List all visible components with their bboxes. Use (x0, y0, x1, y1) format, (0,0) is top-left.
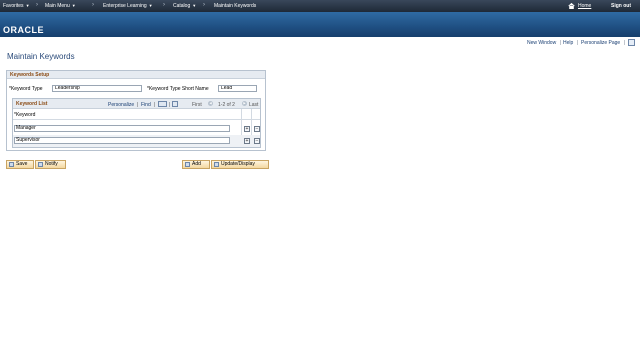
keyword-list-title: Keyword List (16, 101, 48, 107)
new-window-link[interactable]: New Window (527, 40, 556, 46)
oracle-logo: ORACLE (3, 25, 44, 35)
top-navigation-bar: Favorites ▼ › Main Menu ▼ › Enterprise Lea… (0, 0, 640, 12)
grid-separator: | (154, 102, 156, 108)
add-button-label: Add (192, 161, 201, 167)
save-icon (9, 162, 14, 167)
home-link[interactable]: Home (578, 3, 591, 9)
table-row: Manager + − (13, 123, 260, 135)
grid-separator: | (137, 102, 139, 108)
keyword-type-field[interactable]: Leadership (52, 85, 142, 92)
save-button-label: Save (16, 161, 28, 167)
save-button[interactable]: Save (6, 160, 34, 169)
keyword-column-label: *Keyword (14, 112, 36, 118)
utility-separator: | (577, 40, 579, 46)
add-row-icon[interactable]: + (244, 126, 250, 132)
utility-separator: | (624, 40, 626, 46)
page-options-icon[interactable] (628, 39, 635, 46)
update-display-button-label: Update/Display (221, 161, 255, 167)
keywords-setup-title: Keywords Setup (10, 72, 50, 78)
chevron-down-icon: ▼ (71, 3, 76, 8)
keyword-input[interactable]: Manager (14, 125, 230, 132)
utility-separator: | (560, 40, 562, 46)
main-menu[interactable]: Main Menu ▼ (45, 3, 76, 9)
breadcrumb-maintain-keywords[interactable]: Maintain Keywords (214, 3, 256, 9)
notify-button-label: Notify (45, 161, 58, 167)
breadcrumb-separator-icon: › (163, 2, 165, 8)
help-link[interactable]: Help (563, 40, 573, 46)
breadcrumb-enterprise-learning[interactable]: Enterprise Learning ▼ (103, 3, 153, 9)
keywords-setup-header: Keywords Setup (7, 71, 265, 79)
download-icon[interactable] (172, 101, 178, 107)
notify-button[interactable]: Notify (35, 160, 66, 169)
keyword-column-header: *Keyword (13, 109, 260, 120)
keyword-type-label: *Keyword Type (9, 86, 43, 92)
header-banner: ORACLE (0, 12, 640, 37)
keyword-list-header: Keyword List Personalize | Find | | Firs… (13, 99, 260, 109)
page-title: Maintain Keywords (7, 52, 75, 61)
delete-row-icon[interactable]: − (254, 138, 260, 144)
add-button[interactable]: Add (182, 160, 210, 169)
pagination-range: 1-2 of 2 (218, 102, 235, 108)
breadcrumb-separator-icon: › (203, 2, 205, 8)
grid-separator: | (169, 102, 171, 108)
notify-icon (38, 162, 43, 167)
delete-row-icon[interactable]: − (254, 126, 260, 132)
first-label[interactable]: First (192, 102, 202, 108)
short-name-label: *Keyword Type Short Name (147, 86, 209, 92)
add-row-icon[interactable]: + (244, 138, 250, 144)
chevron-down-icon: ▼ (148, 3, 153, 8)
find-link[interactable]: Find (141, 102, 151, 108)
previous-arrow-icon[interactable]: ◀ (208, 101, 213, 106)
personalize-page-link[interactable]: Personalize Page (581, 40, 620, 46)
sign-out-link[interactable]: Sign out (611, 3, 631, 9)
add-icon (185, 162, 190, 167)
keyword-input[interactable]: Supervisor (14, 137, 230, 144)
favorites-menu[interactable]: Favorites ▼ (3, 3, 30, 9)
chevron-down-icon: ▼ (25, 3, 30, 8)
view-all-icon[interactable] (158, 101, 167, 107)
breadcrumb-catalog[interactable]: Catalog ▼ (173, 3, 196, 9)
short-name-field[interactable]: Lead (218, 85, 257, 92)
table-row: Supervisor + − (13, 135, 260, 147)
breadcrumb-separator-icon: › (92, 2, 94, 8)
home-icon[interactable] (568, 3, 575, 9)
chevron-down-icon: ▼ (192, 3, 197, 8)
keyword-list-grid: Keyword List Personalize | Find | | Firs… (12, 98, 261, 148)
breadcrumb-separator-icon: › (36, 2, 38, 8)
last-label[interactable]: Last (249, 102, 258, 108)
update-display-icon (214, 162, 219, 167)
update-display-button[interactable]: Update/Display (211, 160, 269, 169)
personalize-link[interactable]: Personalize (108, 102, 134, 108)
next-arrow-icon[interactable]: ▶ (242, 101, 247, 106)
